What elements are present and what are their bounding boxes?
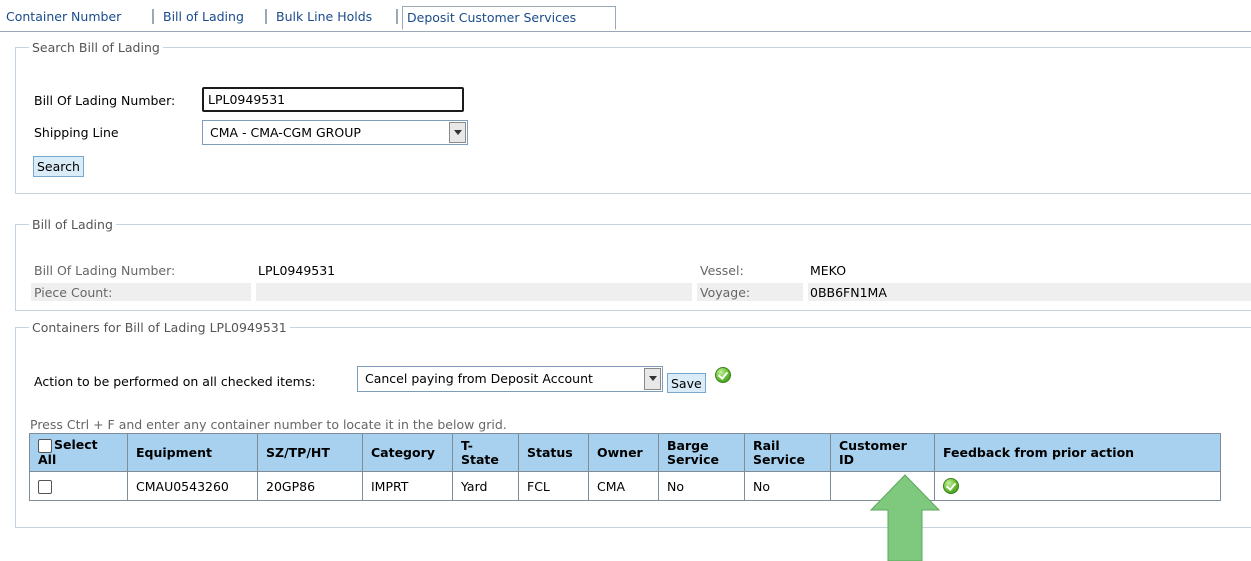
shipping-line-selected: CMA - CMA-CGM GROUP: [210, 125, 361, 140]
feedback-cell: [934, 471, 1221, 501]
voyage-label: Voyage:: [700, 285, 751, 300]
tab-bulk-line-holds[interactable]: Bulk Line Holds: [276, 9, 372, 31]
customer-id-header: Customer ID: [830, 433, 935, 472]
section-legend: Search Bill of Lading: [32, 40, 160, 55]
action-selected: Cancel paying from Deposit Account: [365, 371, 593, 386]
save-button[interactable]: Save: [667, 373, 706, 393]
piece-count-label: Piece Count:: [34, 285, 113, 300]
chevron-down-icon[interactable]: [644, 368, 661, 390]
equipment-header: Equipment: [127, 433, 258, 472]
action-select[interactable]: Cancel paying from Deposit Account: [357, 366, 663, 392]
bol-number-value: LPL0949531: [258, 263, 336, 278]
sz-tp-ht-header: SZ/TP/HT: [257, 433, 363, 472]
status-cell: FCL: [518, 471, 589, 501]
sz-tp-ht-cell: 20GP86: [257, 471, 363, 501]
category-header: Category: [362, 433, 453, 472]
vessel-label: Vessel:: [700, 263, 744, 278]
category-cell: IMPRT: [362, 471, 453, 501]
vessel-value: MEKO: [810, 263, 847, 278]
owner-cell: CMA: [588, 471, 659, 501]
equipment-cell: CMAU0543260: [127, 471, 258, 501]
rail-service-cell: No: [744, 471, 831, 501]
table-header-row: Select All Equipment SZ/TP/HT Category T…: [29, 433, 1221, 472]
rail-service-header: Rail Service: [744, 433, 831, 472]
t-state-header: T-State: [452, 433, 519, 472]
up-arrow-icon: [870, 474, 940, 561]
t-state-cell: Yard: [452, 471, 519, 501]
grid-hint: Press Ctrl + F and enter any container n…: [30, 417, 507, 432]
shipping-line-label: Shipping Line: [34, 125, 119, 140]
row-checkbox[interactable]: [38, 479, 52, 494]
section-legend: Containers for Bill of Lading LPL0949531: [32, 320, 287, 335]
tab-container-number[interactable]: Container Number: [6, 9, 121, 31]
piece-count-value-cell: [256, 283, 692, 301]
containers-table: Select All Equipment SZ/TP/HT Category T…: [29, 433, 1221, 501]
select-all-header[interactable]: Select All: [29, 433, 128, 472]
barge-service-cell: No: [658, 471, 745, 501]
search-button[interactable]: Search: [33, 156, 84, 177]
barge-service-header: Barge Service: [658, 433, 745, 472]
table-row: CMAU0543260 20GP86 IMPRT Yard FCL CMA No…: [29, 471, 1221, 501]
feedback-header: Feedback from prior action: [934, 433, 1221, 472]
status-header: Status: [518, 433, 589, 472]
tab-bill-of-lading[interactable]: Bill of Lading: [163, 9, 244, 31]
bol-number-label: Bill Of Lading Number:: [34, 263, 176, 278]
tab-deposit-customer-services[interactable]: Deposit Customer Services: [402, 6, 616, 30]
row-select-cell: [29, 471, 128, 501]
search-bill-of-lading-section: Search Bill of Lading: [15, 40, 1251, 194]
tab-separator: [396, 9, 398, 24]
tab-separator: [265, 9, 267, 24]
owner-header: Owner: [588, 433, 659, 472]
bol-number-input[interactable]: [202, 87, 464, 112]
check-icon: [715, 367, 731, 383]
chevron-down-icon[interactable]: [449, 122, 466, 143]
section-legend: Bill of Lading: [32, 217, 113, 232]
check-icon: [943, 478, 959, 494]
select-all-checkbox[interactable]: [38, 438, 52, 453]
voyage-value: 0BB6FN1MA: [810, 285, 887, 300]
bol-number-label: Bill Of Lading Number:: [34, 93, 176, 108]
tab-separator: [152, 9, 154, 24]
shipping-line-select[interactable]: CMA - CMA-CGM GROUP: [202, 120, 468, 145]
action-label: Action to be performed on all checked it…: [34, 374, 316, 389]
tab-bar: Container Number Bill of Lading Bulk Lin…: [0, 0, 1251, 32]
